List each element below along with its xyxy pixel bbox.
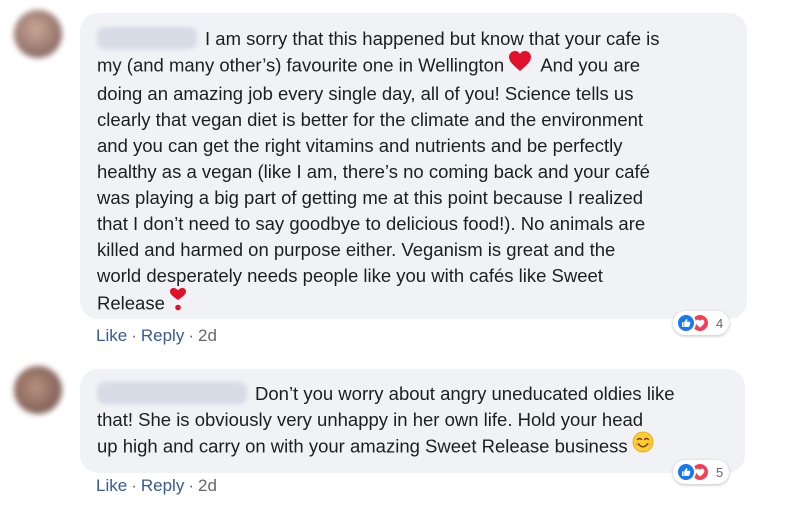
avatar[interactable] xyxy=(14,10,62,58)
like-link[interactable]: Like xyxy=(96,326,127,345)
reaction-count: 5 xyxy=(716,464,724,480)
comment-bubble: I am sorry that this happened but know t… xyxy=(80,13,747,319)
like-link[interactable]: Like xyxy=(96,476,127,495)
comment-bubble: Don’t you worry about angry uneducated o… xyxy=(80,369,745,473)
comment-text: I am sorry that this happened but know t… xyxy=(97,26,733,320)
separator: · xyxy=(131,326,137,345)
like-icon xyxy=(676,462,696,482)
avatar[interactable] xyxy=(14,366,62,414)
comment-1: I am sorry that this happened but know t… xyxy=(0,0,800,360)
author-name-redacted[interactable] xyxy=(97,27,197,50)
comment-actions: Like · Reply · 2d xyxy=(96,476,217,496)
separator: · xyxy=(188,326,194,345)
heart-emoji xyxy=(508,50,532,79)
reaction-count: 4 xyxy=(716,315,724,331)
comment-actions: Like · Reply · 2d xyxy=(96,326,217,346)
author-name-redacted[interactable] xyxy=(97,382,247,405)
reactions-summary[interactable]: 5 xyxy=(673,460,730,484)
reactions-summary[interactable]: 4 xyxy=(673,311,730,335)
separator: · xyxy=(188,476,194,495)
reply-link[interactable]: Reply xyxy=(141,476,184,495)
heart-exclamation-emoji xyxy=(169,287,187,318)
comment-2: Don’t you worry about angry uneducated o… xyxy=(0,360,800,507)
comment-timestamp[interactable]: 2d xyxy=(198,326,217,345)
reply-link[interactable]: Reply xyxy=(141,326,184,345)
smiling-face-emoji xyxy=(632,431,654,460)
separator: · xyxy=(131,476,137,495)
like-icon xyxy=(676,313,696,333)
comment-timestamp[interactable]: 2d xyxy=(198,476,217,495)
comment-text: Don’t you worry about angry uneducated o… xyxy=(97,381,731,462)
